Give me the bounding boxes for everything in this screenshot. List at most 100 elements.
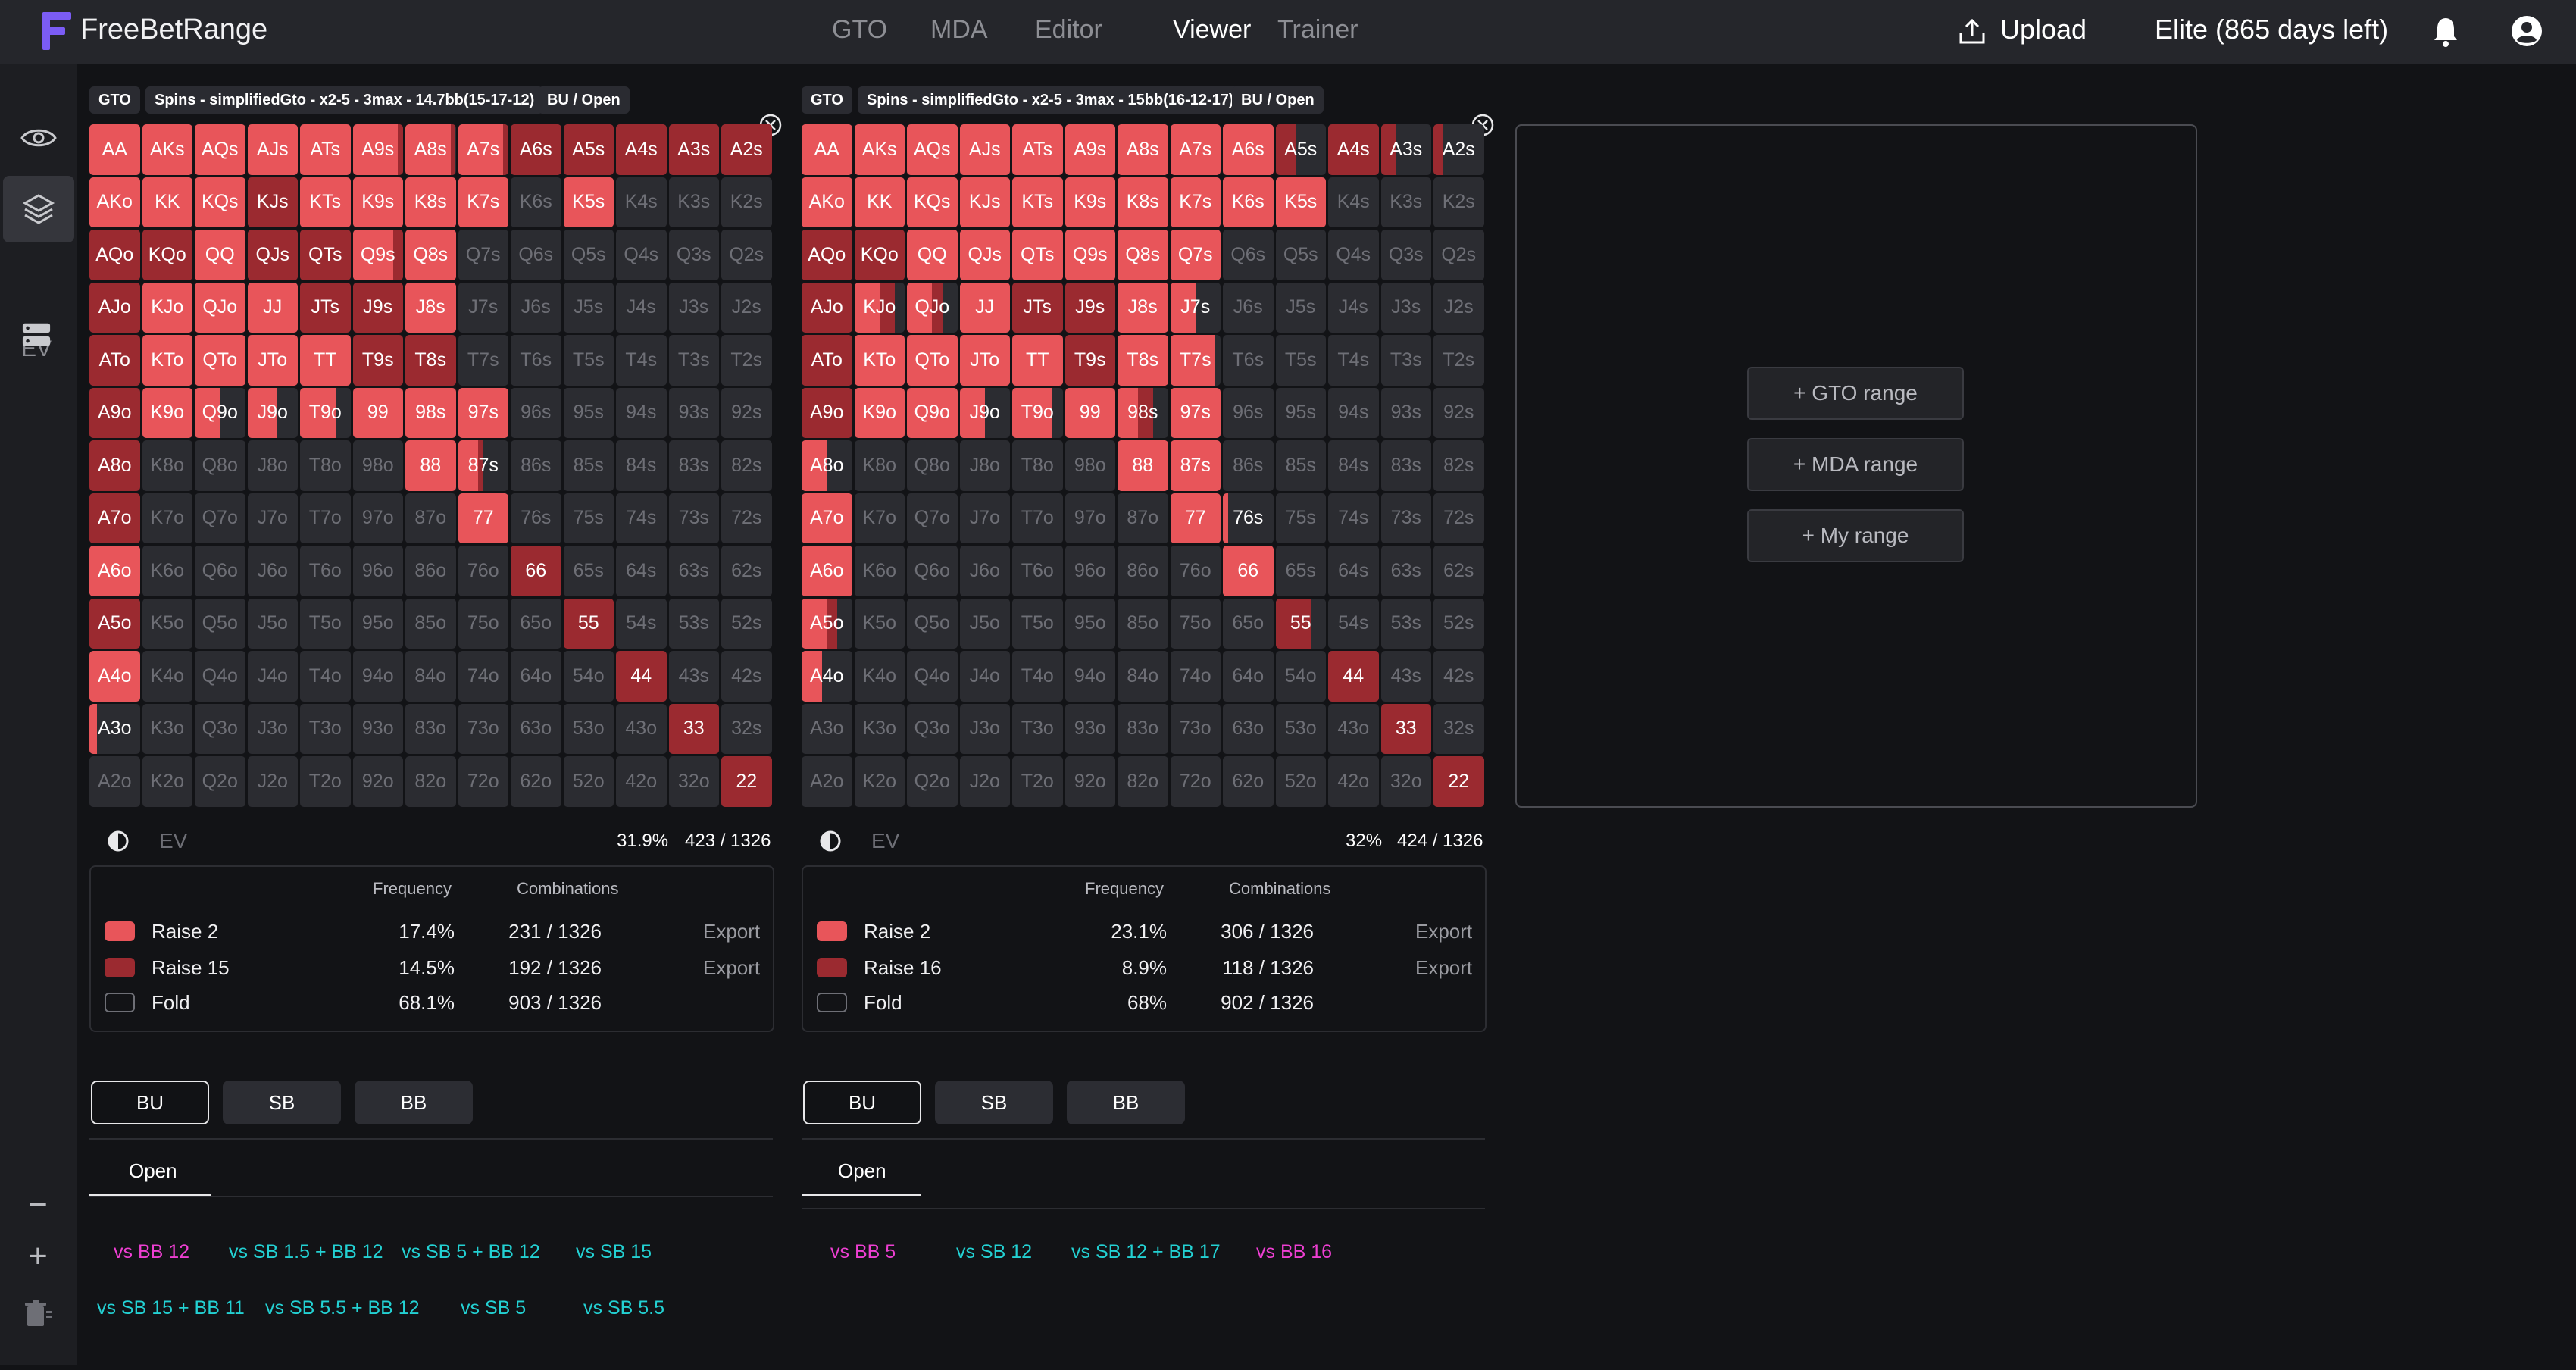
hand-cell[interactable]: 65o: [1223, 598, 1274, 649]
hand-cell[interactable]: 87o: [1118, 493, 1168, 543]
hand-cell[interactable]: K6s: [511, 177, 561, 227]
hand-cell[interactable]: T5o: [1012, 598, 1063, 649]
hand-cell[interactable]: AJs: [959, 124, 1010, 175]
zoom-in-button[interactable]: +: [23, 1237, 53, 1275]
hand-cell[interactable]: 95s: [1275, 387, 1326, 438]
hand-cell[interactable]: 43o: [1328, 703, 1379, 754]
hand-cell[interactable]: 73s: [668, 493, 719, 543]
hand-cell[interactable]: 84o: [405, 651, 456, 702]
hand-cell[interactable]: K5s: [563, 177, 614, 227]
hand-cell[interactable]: 53s: [1380, 598, 1431, 649]
hand-cell[interactable]: 98s: [1118, 387, 1168, 438]
hand-cell[interactable]: T3o: [1012, 703, 1063, 754]
hand-cell[interactable]: 64o: [511, 651, 561, 702]
hand-cell[interactable]: Q9s: [1064, 230, 1115, 280]
hand-cell[interactable]: 75s: [563, 493, 614, 543]
hand-cell[interactable]: 63o: [1223, 703, 1274, 754]
nav-gto[interactable]: GTO: [832, 15, 887, 45]
hand-cell[interactable]: 96o: [352, 546, 403, 596]
hand-cell[interactable]: K8o: [854, 440, 905, 491]
hand-cell[interactable]: 55: [1275, 598, 1326, 649]
hand-cell[interactable]: K5s: [1275, 177, 1326, 227]
vs-option[interactable]: vs BB 5: [830, 1241, 896, 1263]
hand-cell[interactable]: AQs: [907, 124, 958, 175]
hand-cell[interactable]: Q3o: [195, 703, 245, 754]
hand-cell[interactable]: T4s: [616, 335, 667, 386]
hand-cell[interactable]: K5o: [854, 598, 905, 649]
hand-cell[interactable]: 52o: [1275, 756, 1326, 807]
hand-cell[interactable]: JJ: [959, 282, 1010, 333]
hand-cell[interactable]: 53o: [1275, 703, 1326, 754]
hand-cell[interactable]: J8o: [247, 440, 298, 491]
hand-cell[interactable]: Q6o: [907, 546, 958, 596]
hand-cell[interactable]: T9o: [1012, 387, 1063, 438]
hand-cell[interactable]: QTo: [907, 335, 958, 386]
hand-cell[interactable]: J8s: [1118, 282, 1168, 333]
hand-cell[interactable]: AJs: [247, 124, 298, 175]
hand-cell[interactable]: ATo: [89, 335, 140, 386]
hand-cell[interactable]: 52s: [1433, 598, 1484, 649]
hand-cell[interactable]: A5o: [89, 598, 140, 649]
hand-cell[interactable]: 86s: [511, 440, 561, 491]
hand-cell[interactable]: 83s: [1380, 440, 1431, 491]
hand-cell[interactable]: 63s: [1380, 546, 1431, 596]
hand-cell[interactable]: A8s: [1118, 124, 1168, 175]
hand-cell[interactable]: KQo: [142, 230, 192, 280]
hand-cell[interactable]: J2s: [1433, 282, 1484, 333]
hand-cell[interactable]: 72o: [1170, 756, 1221, 807]
hand-cell[interactable]: J6o: [247, 546, 298, 596]
hand-cell[interactable]: A8o: [802, 440, 852, 491]
hand-cell[interactable]: 74o: [458, 651, 508, 702]
hand-cell[interactable]: K8o: [142, 440, 192, 491]
hand-cell[interactable]: AKo: [802, 177, 852, 227]
vs-option[interactable]: vs SB 12 + BB 17: [1071, 1241, 1221, 1263]
hand-cell[interactable]: K4o: [142, 651, 192, 702]
hand-cell[interactable]: 94o: [352, 651, 403, 702]
hand-cell[interactable]: Q6o: [195, 546, 245, 596]
hand-cell[interactable]: T3s: [668, 335, 719, 386]
hand-cell[interactable]: A2o: [802, 756, 852, 807]
hand-cell[interactable]: 76s: [511, 493, 561, 543]
hand-cell[interactable]: 95o: [1064, 598, 1115, 649]
export-button[interactable]: Export: [703, 920, 760, 943]
position-bu-button[interactable]: BU: [91, 1081, 209, 1124]
hand-cell[interactable]: 43s: [1380, 651, 1431, 702]
account-icon[interactable]: [2511, 15, 2543, 47]
hand-cell[interactable]: 76o: [458, 546, 508, 596]
hand-cell[interactable]: QTs: [1012, 230, 1063, 280]
hand-cell[interactable]: Q5s: [1275, 230, 1326, 280]
view-mode-button[interactable]: [3, 105, 74, 171]
hand-cell[interactable]: 73o: [1170, 703, 1221, 754]
hand-cell[interactable]: QJs: [247, 230, 298, 280]
hand-cell[interactable]: 75s: [1275, 493, 1326, 543]
hand-cell[interactable]: K6o: [854, 546, 905, 596]
hand-cell[interactable]: 86o: [1118, 546, 1168, 596]
hand-cell[interactable]: T4o: [1012, 651, 1063, 702]
hand-cell[interactable]: A4s: [1328, 124, 1379, 175]
hand-cell[interactable]: J6o: [959, 546, 1010, 596]
hand-cell[interactable]: T2o: [300, 756, 351, 807]
hand-cell[interactable]: 32s: [1433, 703, 1484, 754]
hand-cell[interactable]: Q4o: [195, 651, 245, 702]
hand-cell[interactable]: AJo: [89, 282, 140, 333]
position-sb-button[interactable]: SB: [935, 1081, 1053, 1124]
contrast-toggle-icon[interactable]: [818, 829, 843, 853]
hand-cell[interactable]: 82o: [405, 756, 456, 807]
hand-cell[interactable]: K8s: [1118, 177, 1168, 227]
hand-cell[interactable]: Q2o: [195, 756, 245, 807]
hand-cell[interactable]: T8o: [1012, 440, 1063, 491]
hand-cell[interactable]: J5o: [959, 598, 1010, 649]
hand-cell[interactable]: Q8s: [405, 230, 456, 280]
hand-cell[interactable]: Q6s: [1223, 230, 1274, 280]
hand-cell[interactable]: K2s: [1433, 177, 1484, 227]
hand-cell[interactable]: Q9o: [195, 387, 245, 438]
vs-option[interactable]: vs SB 15: [576, 1241, 652, 1263]
hand-cell[interactable]: K9s: [352, 177, 403, 227]
hand-cell[interactable]: T4o: [300, 651, 351, 702]
hand-cell[interactable]: 62s: [721, 546, 772, 596]
hand-cell[interactable]: 98o: [352, 440, 403, 491]
hand-cell[interactable]: Q7o: [907, 493, 958, 543]
hand-cell[interactable]: 54s: [1328, 598, 1379, 649]
position-sb-button[interactable]: SB: [223, 1081, 341, 1124]
hand-cell[interactable]: JTo: [247, 335, 298, 386]
